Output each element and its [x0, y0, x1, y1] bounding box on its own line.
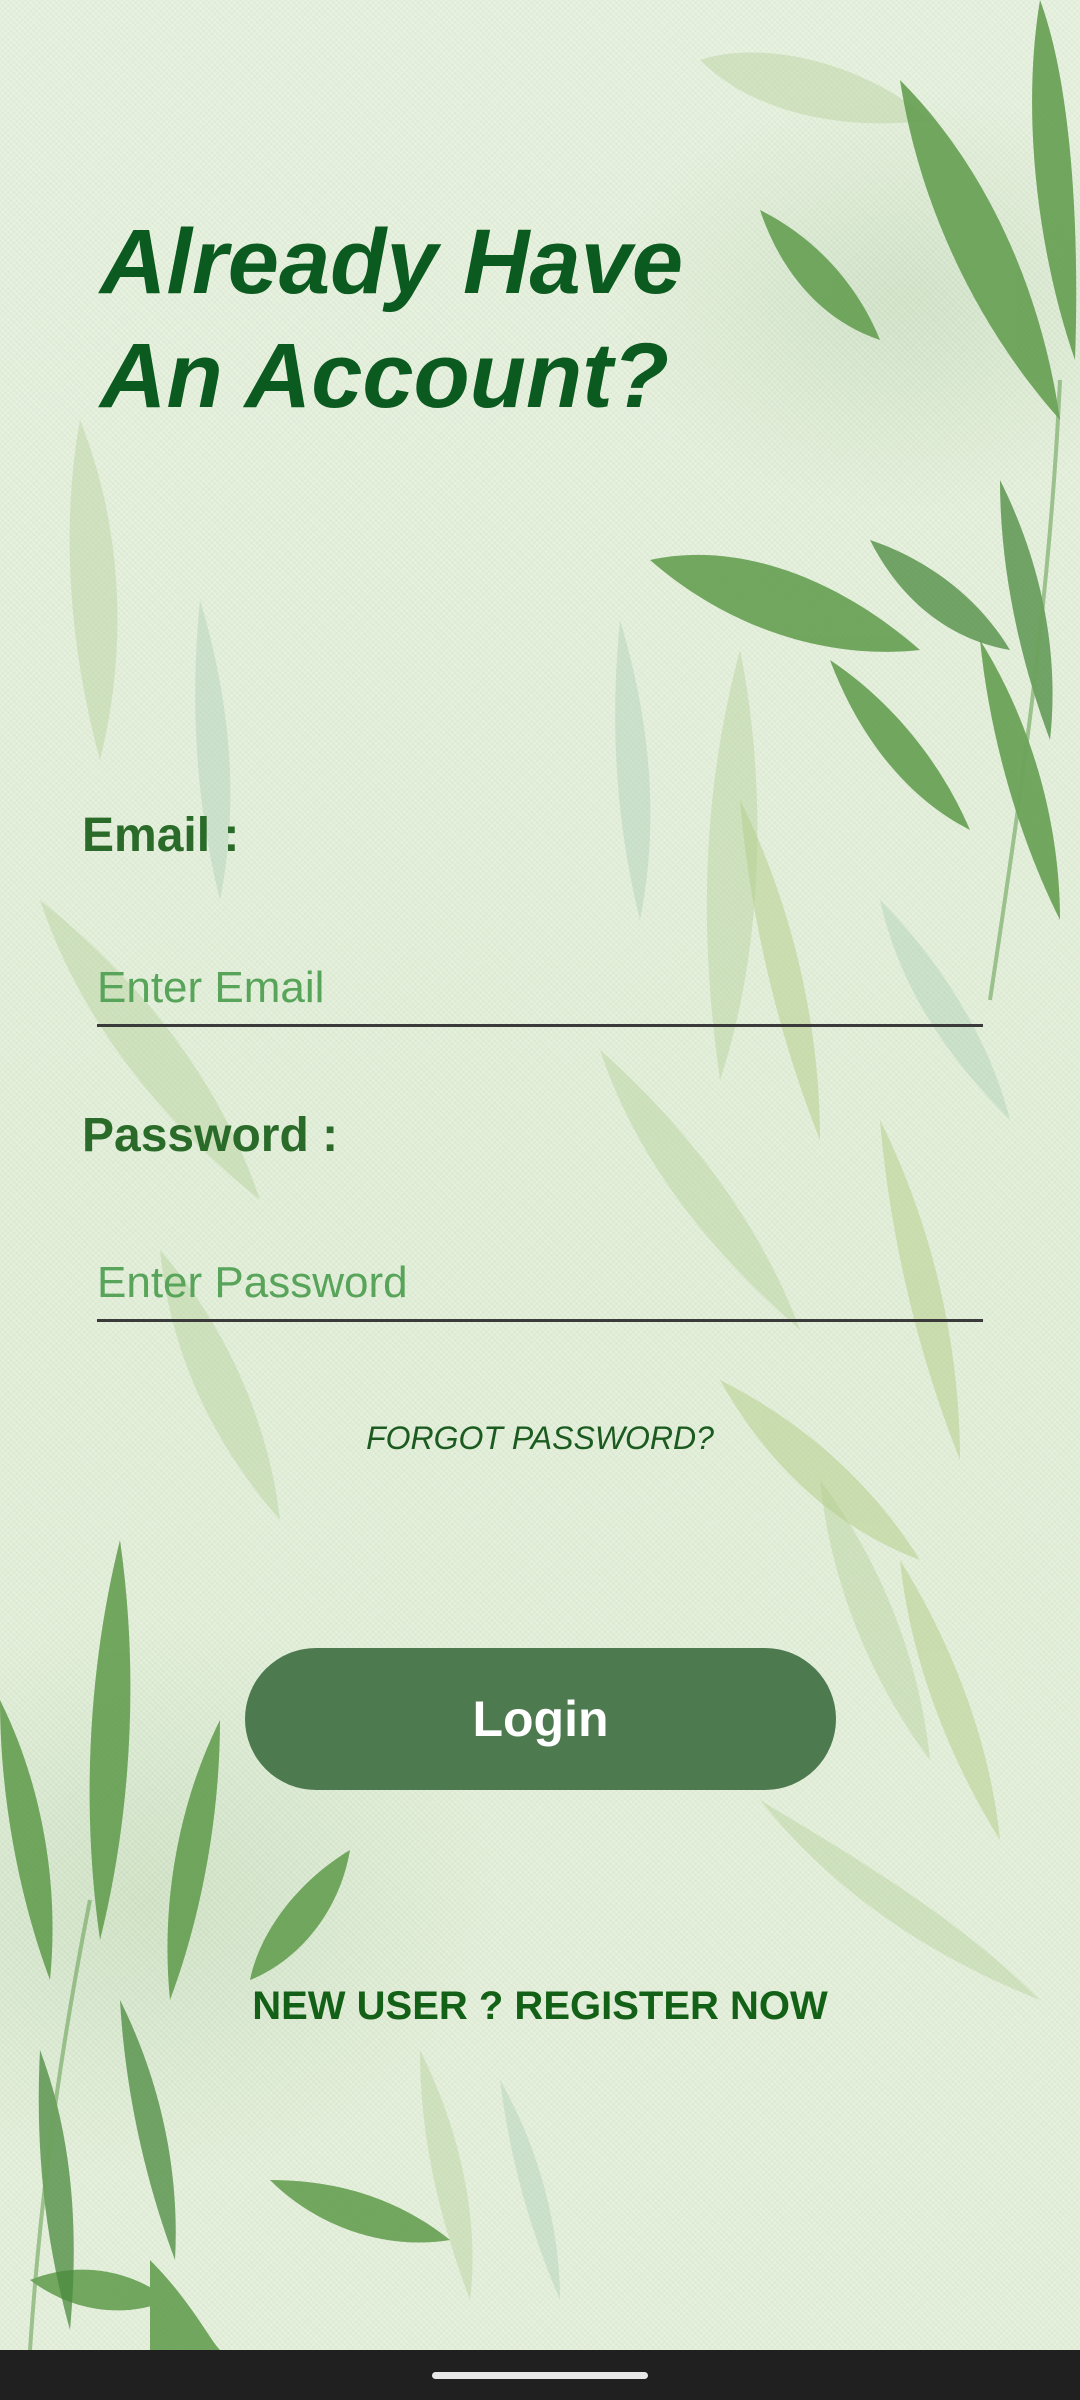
password-label: Password :	[82, 1109, 339, 1162]
title-line-2: An Account?	[100, 325, 669, 427]
password-field[interactable]	[97, 1252, 983, 1322]
register-link[interactable]: NEW USER ? REGISTER NOW	[0, 1984, 1080, 2029]
forgot-password-link[interactable]: FORGOT PASSWORD?	[0, 1420, 1080, 1457]
email-field[interactable]	[97, 957, 983, 1027]
home-gesture-handle[interactable]	[432, 2372, 648, 2379]
email-label: Email :	[82, 809, 240, 862]
login-screen: Already Have An Account? Email : Passwor…	[0, 0, 1080, 2400]
page-title: Already Have An Account?	[100, 205, 683, 433]
system-navigation-bar	[0, 2350, 1080, 2400]
title-line-1: Already Have	[100, 211, 683, 313]
login-button[interactable]: Login	[245, 1648, 836, 1790]
